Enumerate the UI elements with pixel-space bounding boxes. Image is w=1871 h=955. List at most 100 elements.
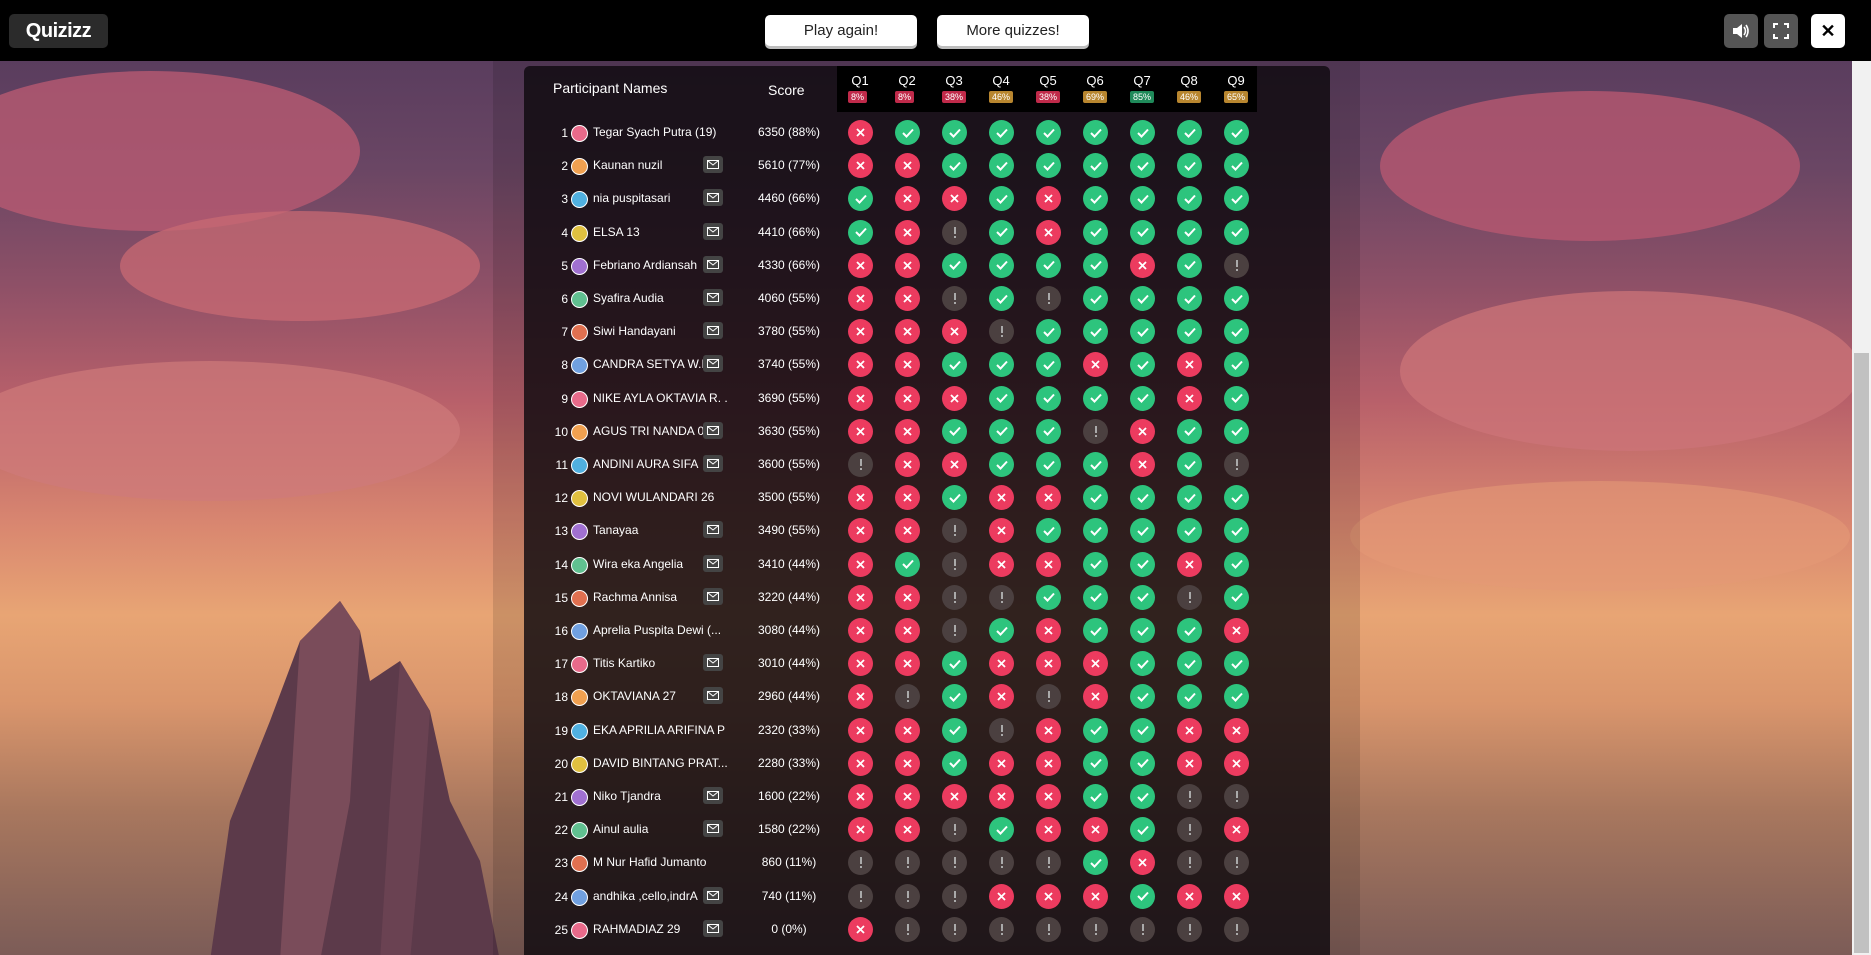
correct-answer-icon[interactable] [1130,385,1155,411]
correct-answer-icon[interactable] [1130,485,1155,511]
unattempted-icon[interactable] [1224,252,1249,278]
wrong-answer-icon[interactable] [848,286,873,311]
wrong-answer-icon[interactable] [848,153,873,179]
participant-row[interactable]: 8 CANDRA SETYA W.P 3740 (55%) [524,348,1257,381]
participant-row[interactable]: 22 Ainul aulia 1580 (22%) [524,813,1257,846]
correct-answer-icon[interactable] [1130,153,1155,179]
wrong-answer-icon[interactable] [1177,352,1202,378]
wrong-answer-icon[interactable] [1224,750,1249,776]
unattempted-icon[interactable] [1224,850,1249,876]
participant-row[interactable]: 2 Kaunan nuzil 5610 (77%) [524,149,1257,182]
unattempted-icon[interactable] [1224,452,1249,477]
wrong-answer-icon[interactable] [1083,817,1108,843]
correct-answer-icon[interactable] [1036,120,1061,145]
correct-answer-icon[interactable] [1083,784,1108,809]
correct-answer-icon[interactable] [989,452,1014,477]
wrong-answer-icon[interactable] [848,385,873,411]
correct-answer-icon[interactable] [1130,120,1155,145]
participant-row[interactable]: 10 AGUS TRI NANDA 01 3630 (55%) [524,415,1257,448]
correct-answer-icon[interactable] [1224,286,1249,311]
mail-icon[interactable] [703,554,723,572]
wrong-answer-icon[interactable] [895,153,920,179]
correct-answer-icon[interactable] [989,252,1014,278]
wrong-answer-icon[interactable] [848,120,873,145]
correct-answer-icon[interactable] [942,252,967,278]
participant-row[interactable]: 1 Tegar Syach Putra (19) 6350 (88%) [524,116,1257,149]
wrong-answer-icon[interactable] [895,618,920,643]
wrong-answer-icon[interactable] [848,352,873,378]
participant-row[interactable]: 23 M Nur Hafid Jumanto 860 (11%) [524,846,1257,879]
wrong-answer-icon[interactable] [989,750,1014,776]
quizizz-logo[interactable]: Quizizz [9,14,108,48]
unattempted-icon[interactable] [895,916,920,942]
correct-answer-icon[interactable] [1177,684,1202,710]
correct-answer-icon[interactable] [942,750,967,776]
correct-answer-icon[interactable] [1177,485,1202,511]
wrong-answer-icon[interactable] [1224,717,1249,743]
wrong-answer-icon[interactable] [989,684,1014,710]
correct-answer-icon[interactable] [989,186,1014,212]
wrong-answer-icon[interactable] [1036,551,1061,577]
participant-row[interactable]: 11 ANDINI AURA SIFA 3600 (55%) [524,448,1257,481]
correct-answer-icon[interactable] [1177,153,1202,179]
wrong-answer-icon[interactable] [848,584,873,610]
correct-answer-icon[interactable] [1130,286,1155,311]
wrong-answer-icon[interactable] [848,551,873,577]
correct-answer-icon[interactable] [1083,717,1108,743]
mail-icon[interactable] [703,322,723,340]
unattempted-icon[interactable] [942,518,967,544]
correct-answer-icon[interactable] [1177,618,1202,643]
correct-answer-icon[interactable] [942,120,967,145]
correct-answer-icon[interactable] [1130,186,1155,212]
unattempted-icon[interactable] [895,684,920,710]
participant-row[interactable]: 18 OKTAVIANA 27 2960 (44%) [524,680,1257,713]
correct-answer-icon[interactable] [1130,618,1155,643]
unattempted-icon[interactable] [1036,850,1061,876]
wrong-answer-icon[interactable] [895,385,920,411]
sound-icon[interactable] [1724,14,1758,48]
unattempted-icon[interactable] [1177,817,1202,843]
wrong-answer-icon[interactable] [989,784,1014,809]
participant-row[interactable]: 9 NIKE AYLA OKTAVIA R. ... 3690 (55%) [524,382,1257,415]
participant-row[interactable]: 13 Tanayaa 3490 (55%) [524,514,1257,547]
correct-answer-icon[interactable] [1083,518,1108,544]
wrong-answer-icon[interactable] [848,618,873,643]
participant-row[interactable]: 24 andhika ,cello,indrA 740 (11%) [524,880,1257,913]
wrong-answer-icon[interactable] [848,418,873,444]
correct-answer-icon[interactable] [1130,518,1155,544]
correct-answer-icon[interactable] [1036,518,1061,544]
wrong-answer-icon[interactable] [895,485,920,511]
fullscreen-icon[interactable] [1764,14,1798,48]
wrong-answer-icon[interactable] [848,518,873,544]
correct-answer-icon[interactable] [989,817,1014,843]
wrong-answer-icon[interactable] [1036,219,1061,245]
scrollbar-thumb[interactable] [1854,353,1869,953]
unattempted-icon[interactable] [1036,684,1061,710]
wrong-answer-icon[interactable] [895,352,920,378]
mail-icon[interactable] [703,255,723,273]
wrong-answer-icon[interactable] [942,186,967,212]
correct-answer-icon[interactable] [942,352,967,378]
mail-icon[interactable] [703,189,723,207]
wrong-answer-icon[interactable] [895,286,920,311]
participant-row[interactable]: 17 Titis Kartiko 3010 (44%) [524,647,1257,680]
wrong-answer-icon[interactable] [1036,750,1061,776]
mail-icon[interactable] [703,455,723,472]
wrong-answer-icon[interactable] [895,750,920,776]
correct-answer-icon[interactable] [1177,186,1202,212]
participant-row[interactable]: 5 Febriano Ardiansah 4330 (66%) [524,249,1257,282]
correct-answer-icon[interactable] [1083,153,1108,179]
unattempted-icon[interactable] [848,883,873,909]
correct-answer-icon[interactable] [1083,551,1108,577]
correct-answer-icon[interactable] [1177,252,1202,278]
wrong-answer-icon[interactable] [1036,717,1061,743]
correct-answer-icon[interactable] [1177,120,1202,145]
correct-answer-icon[interactable] [1083,286,1108,311]
correct-answer-icon[interactable] [848,186,873,212]
unattempted-icon[interactable] [942,618,967,643]
unattempted-icon[interactable] [1177,850,1202,876]
correct-answer-icon[interactable] [1224,319,1249,345]
correct-answer-icon[interactable] [1177,219,1202,245]
wrong-answer-icon[interactable] [848,319,873,345]
correct-answer-icon[interactable] [1224,684,1249,710]
